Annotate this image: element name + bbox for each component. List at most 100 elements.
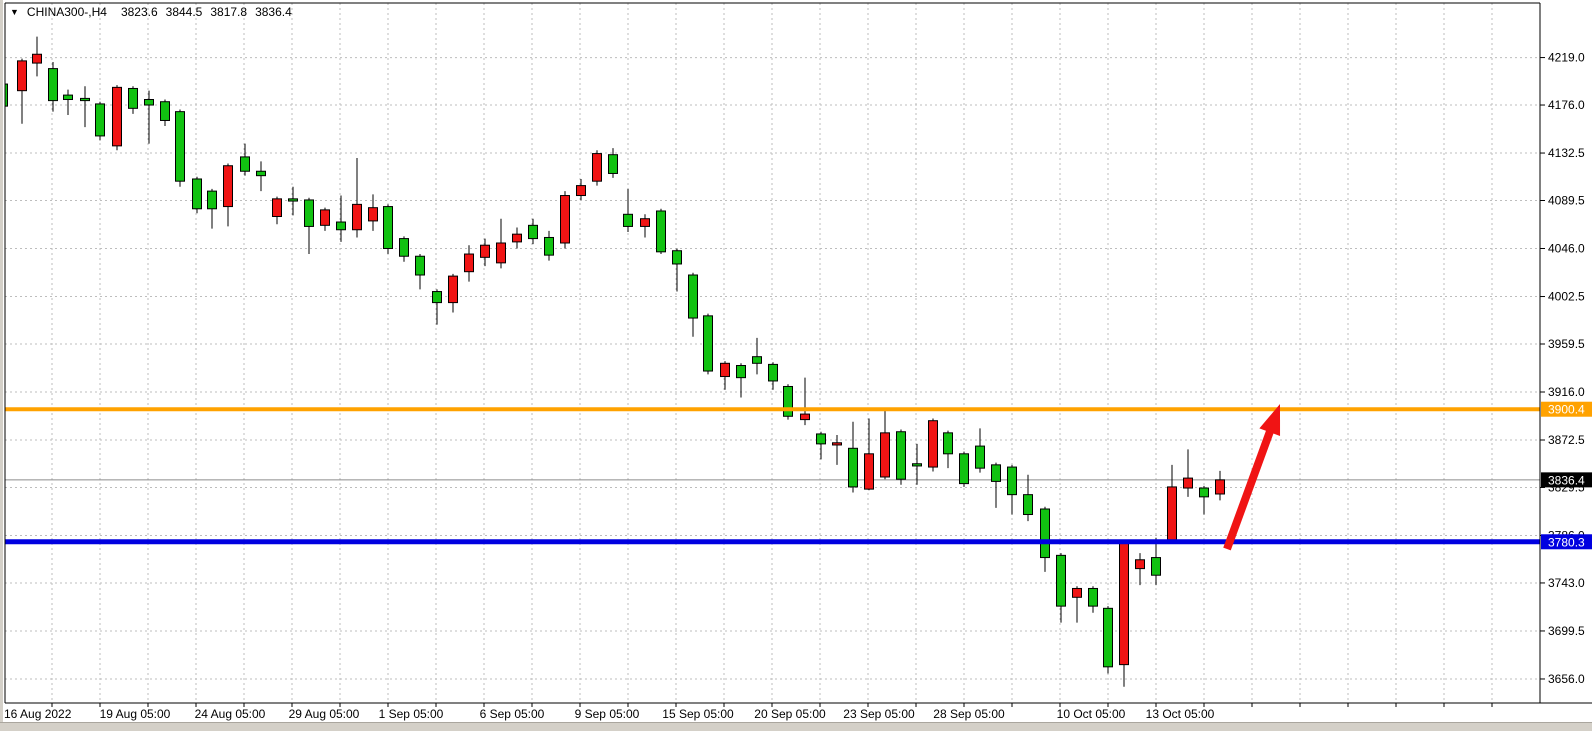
candle-down [1120,542,1129,665]
candle-down [113,87,122,145]
candle-down [577,186,586,196]
candle-down [865,454,874,489]
candle-down [513,234,522,242]
candle-up [704,316,713,371]
candle-down [1216,480,1225,494]
candlestick-chart-canvas[interactable]: 4219.0 4176.0 4132.5 4089.5 4046.0 4002.5 3959… [0,0,1592,730]
candle-up [769,364,778,381]
candle-up [176,112,185,182]
price-tick-label: 3872.5 [1548,433,1585,447]
candle-up [657,211,666,252]
candle-down [369,208,378,221]
candle-up [817,434,826,444]
price-tick-label: 3959.5 [1548,337,1585,351]
candle-down [929,421,938,467]
candle-up [208,191,217,209]
candle-up [161,102,170,121]
candle-down [449,276,458,302]
candle-up [944,433,953,454]
date-label: 28 Sep 05:00 [933,707,1005,721]
candle-down [593,154,602,182]
candle-down [353,204,362,229]
candle-up [49,69,58,101]
resistance-line-badge-label: 3900.4 [1548,403,1585,417]
close-value: 3836.4 [255,5,292,19]
candle-up [81,98,90,100]
date-label: 9 Sep 05:00 [575,707,640,721]
symbol-ohlc-header: ▼ CHINA300-,H4 3823.6 3844.5 3817.8 3836… [10,5,300,19]
candle-up [737,366,746,378]
price-tick-label: 4219.0 [1548,51,1585,65]
candle-down [321,210,330,225]
candle-up [1152,558,1161,576]
candle-down [561,196,570,243]
candle-up [753,357,762,364]
candle-up [384,207,393,249]
date-label: 13 Oct 05:00 [1146,707,1215,721]
candle-up [129,88,138,108]
price-tick-label: 4176.0 [1548,98,1585,112]
current-price-line-badge-label: 3836.4 [1548,473,1585,487]
price-tick-label: 3743.0 [1548,576,1585,590]
candle-down [273,199,282,217]
candle-up [241,157,250,171]
candle-up [784,386,793,416]
candle-down [481,245,490,257]
candle-up [1104,608,1113,666]
support-line-badge-label: 3780.3 [1548,535,1585,549]
date-label: 1 Sep 05:00 [379,707,444,721]
date-label: 20 Sep 05:00 [754,707,826,721]
candle-up [416,256,425,275]
candle-up [1200,488,1209,497]
chevron-down-icon[interactable]: ▼ [10,6,19,18]
candle-up [64,95,73,99]
candle-up [433,292,442,303]
candle-up [337,222,346,230]
date-label: 23 Sep 05:00 [843,707,915,721]
candle-down [1073,588,1082,597]
candle-up [960,454,969,484]
candle-up [992,465,1001,482]
chart-window: 4219.0 4176.0 4132.5 4089.5 4046.0 4002.5 3959… [0,0,1592,730]
high-value: 3844.5 [166,5,203,19]
candle-down [641,219,650,227]
price-tick-label: 4046.0 [1548,242,1585,256]
date-label: 16 Aug 2022 [4,707,72,721]
candle-down [33,54,42,63]
candle-up [913,464,922,466]
candle-up [609,155,618,174]
price-tick-label: 4132.5 [1548,146,1585,160]
candle-up [1057,555,1066,606]
candles-layer[interactable] [0,37,1225,687]
candle-down [801,414,810,420]
date-label: 15 Sep 05:00 [662,707,734,721]
price-tick-label: 3916.0 [1548,385,1585,399]
price-tick-label: 4002.5 [1548,290,1585,304]
candle-up [897,432,906,479]
candle-up [257,171,266,175]
candle-down [721,363,730,376]
candle-up [689,275,698,318]
candle-up [545,237,554,255]
symbol-label: CHINA300-,H4 [27,5,107,19]
date-label: 6 Sep 05:00 [480,707,545,721]
price-tick-label: 3699.5 [1548,624,1585,638]
candle-up [145,100,154,106]
open-value: 3823.6 [121,5,158,19]
candle-up [289,199,298,201]
candle-up [0,84,8,106]
price-tick-label: 4089.5 [1548,193,1585,207]
candle-up [849,448,858,487]
candle-up [1089,588,1098,606]
candle-up [976,446,985,468]
candle-up [673,251,682,264]
date-label: 29 Aug 05:00 [289,707,360,721]
date-label: 10 Oct 05:00 [1057,707,1126,721]
candle-down [497,243,506,263]
candle-down [1184,478,1193,488]
low-value: 3817.8 [210,5,247,19]
candle-up [96,104,105,136]
date-label: 24 Aug 05:00 [195,707,266,721]
candle-up [400,239,409,257]
candle-up [624,214,633,226]
